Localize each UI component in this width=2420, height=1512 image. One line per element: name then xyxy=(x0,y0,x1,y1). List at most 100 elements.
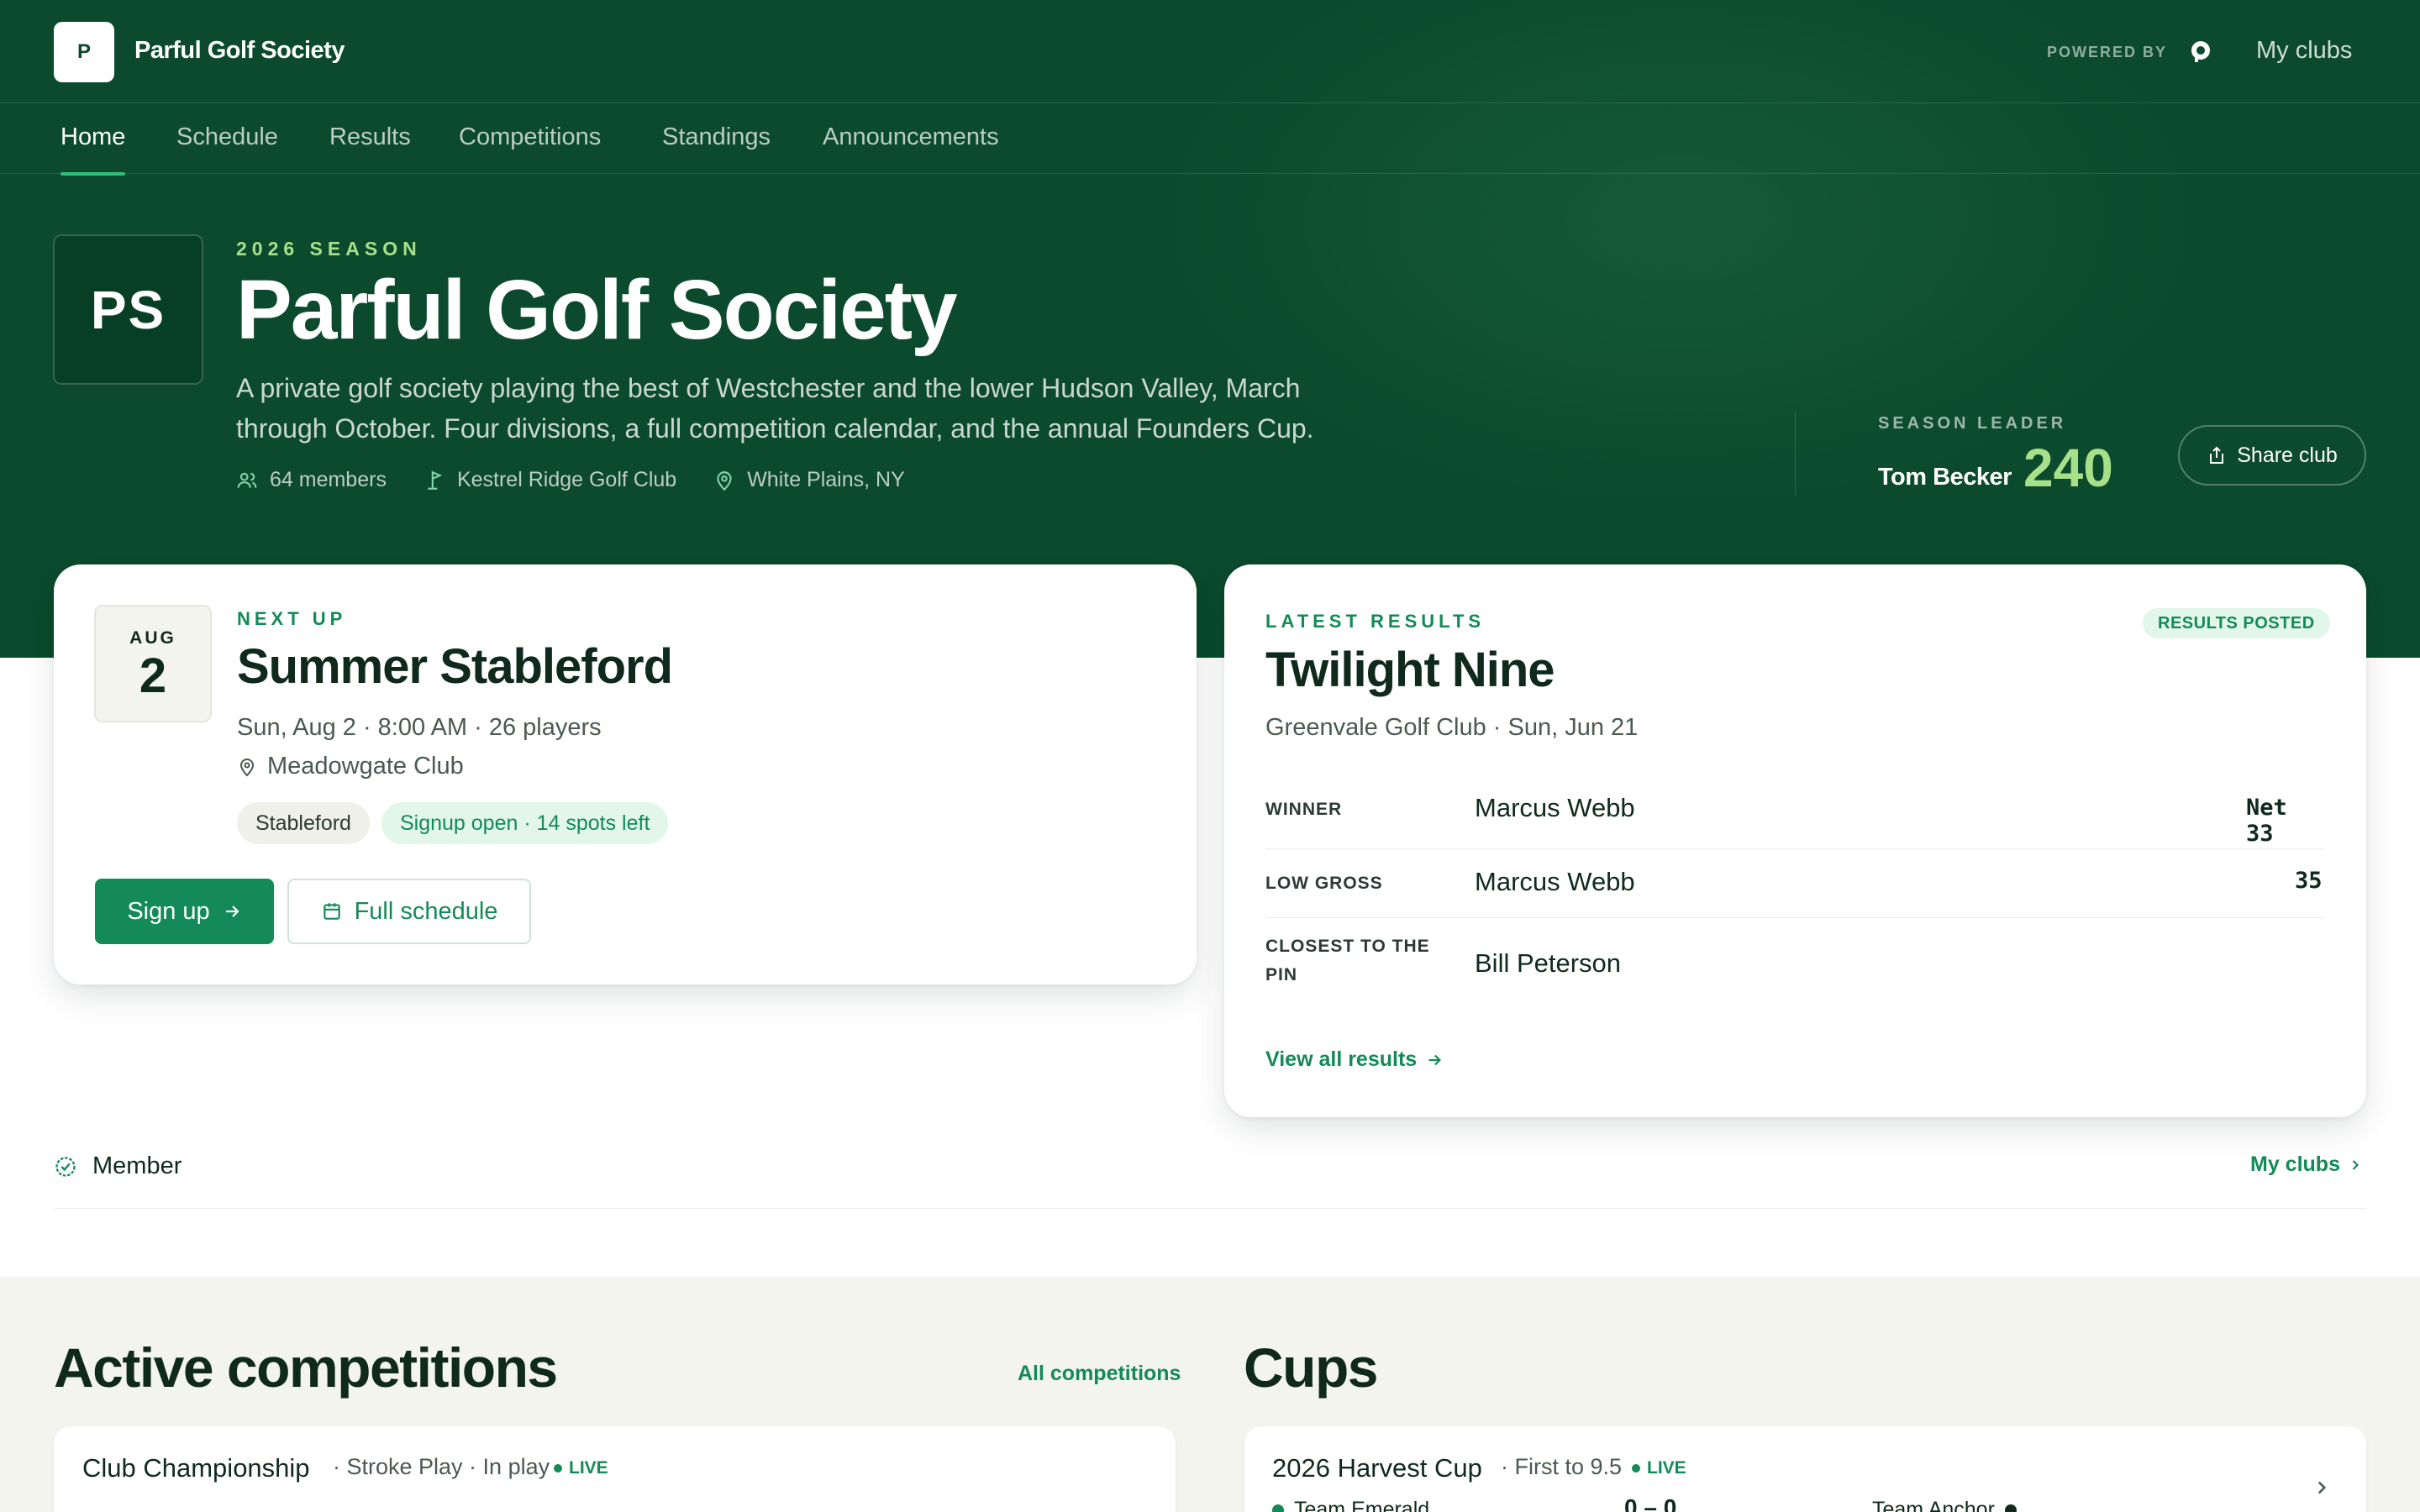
result-label: WINNER xyxy=(1265,800,1343,819)
members-count: 64 members xyxy=(236,468,387,492)
tab-announcements[interactable]: Announcements xyxy=(823,123,999,174)
club-badge: PS xyxy=(53,234,203,385)
result-label: LOW GROSS xyxy=(1265,874,1383,893)
share-icon xyxy=(2210,446,2224,464)
arrow-right-icon xyxy=(225,906,239,917)
latest-results-label: LATEST RESULTS xyxy=(1265,611,1486,632)
live-dot xyxy=(554,1464,562,1473)
all-competitions-link[interactable]: All competitions xyxy=(1018,1362,1181,1386)
result-player[interactable]: Marcus Webb xyxy=(1475,867,1635,897)
cups-title: Cups xyxy=(1244,1336,1379,1399)
chevron-right-icon[interactable] xyxy=(2311,1477,2333,1499)
chevron-right-icon xyxy=(2352,1159,2360,1170)
club-description: A private golf society playing the best … xyxy=(236,373,1314,444)
view-all-results-link[interactable]: View all results xyxy=(1265,1047,1444,1072)
season-label: 2026 SEASON xyxy=(236,238,422,260)
result-score: 35 xyxy=(2295,868,2323,894)
result-row-low-gross: LOW GROSS Marcus Webb 35 xyxy=(1265,864,2324,934)
event-date: AUG 2 xyxy=(94,605,212,722)
club-meta: 64 members Kestrel Ridge Golf Club White… xyxy=(236,468,905,492)
event-tags: Stableford Signup open · 14 spots left xyxy=(237,802,669,844)
full-schedule-label: Full schedule xyxy=(354,897,498,925)
tab-standings[interactable]: Standings xyxy=(662,123,771,174)
team-anchor: Team Anchor xyxy=(1872,1498,2017,1512)
result-player[interactable]: Bill Peterson xyxy=(1475,948,1621,979)
cup-name[interactable]: 2026 Harvest Cup xyxy=(1272,1453,1482,1483)
team-name: Team Anchor xyxy=(1872,1498,1995,1512)
page-title: Parful Golf Society xyxy=(236,263,958,357)
divider xyxy=(1795,412,1796,496)
next-up-label: NEXT UP xyxy=(237,608,347,629)
active-competitions-title: Active competitions xyxy=(54,1336,558,1399)
members-icon xyxy=(237,472,257,488)
location-text: White Plains, NY xyxy=(747,468,905,491)
tab-competitions[interactable]: Competitions xyxy=(459,123,601,174)
row-divider xyxy=(1265,848,2324,849)
result-row-winner: WINNER Marcus Webb Net 33 xyxy=(1265,790,2324,860)
next-event-when: Sun, Aug 2 · 8:00 AM · 26 players xyxy=(237,714,602,741)
live-badge: LIVE xyxy=(554,1458,608,1478)
top-bar: P Parful Golf Society POWERED BY My club… xyxy=(0,0,2420,103)
event-day: 2 xyxy=(139,648,167,703)
sign-up-button[interactable]: Sign up xyxy=(95,879,274,944)
result-player[interactable]: Marcus Webb xyxy=(1475,793,1635,823)
club-location: White Plains, NY xyxy=(713,468,905,492)
season-leader-points: 240 xyxy=(2023,438,2113,498)
next-event-venue: Meadowgate Club xyxy=(237,753,464,780)
tab-schedule[interactable]: Schedule xyxy=(176,123,278,174)
latest-event-sub: Greenvale Golf Club · Sun, Jun 21 xyxy=(1265,714,1639,741)
signup-status-tag: Signup open · 14 spots left xyxy=(381,802,669,844)
live-label: LIVE xyxy=(569,1458,608,1478)
members-text: 64 members xyxy=(270,468,387,491)
season-leader-label: SEASON LEADER xyxy=(1878,414,2067,433)
next-event-title[interactable]: Summer Stableford xyxy=(237,638,673,695)
sign-up-label: Sign up xyxy=(127,897,210,925)
golf-flag-icon xyxy=(428,470,443,490)
powered-by-label: POWERED BY xyxy=(2047,44,2168,60)
my-clubs-link-secondary[interactable]: My clubs xyxy=(2250,1152,2364,1177)
home-club-text: Kestrel Ridge Golf Club xyxy=(456,468,677,491)
platform-logo-icon[interactable] xyxy=(2187,38,2214,65)
share-club-button[interactable]: Share club xyxy=(2178,425,2366,486)
format-tag: Stableford xyxy=(237,802,370,844)
result-score: Net 33 xyxy=(2246,795,2287,847)
calendar-icon xyxy=(323,903,340,920)
verified-badge-icon xyxy=(55,1156,76,1177)
map-pin-icon xyxy=(717,470,732,491)
row-divider xyxy=(1265,917,2324,918)
view-all-label: View all results xyxy=(1265,1047,1418,1071)
live-dot xyxy=(1632,1464,1640,1473)
venue-text: Meadowgate Club xyxy=(267,753,464,780)
season-leader-name[interactable]: Tom Becker xyxy=(1878,464,2012,491)
cup-score: 0 – 0 xyxy=(1624,1494,1676,1512)
cup-score-text: 0 – 0 xyxy=(1624,1494,1677,1512)
results-posted-badge: RESULTS POSTED xyxy=(2143,608,2330,638)
tab-home[interactable]: Home xyxy=(60,123,126,176)
result-label: CLOSEST TO THE PIN xyxy=(1265,937,1430,984)
club-name[interactable]: Parful Golf Society xyxy=(134,37,345,65)
arrow-right-icon xyxy=(1428,1054,1442,1065)
full-schedule-button[interactable]: Full schedule xyxy=(287,879,531,944)
map-pin-icon xyxy=(239,758,255,776)
tab-results[interactable]: Results xyxy=(329,123,411,174)
team-name: Team Emerald xyxy=(1294,1498,1430,1512)
club-logo[interactable]: P xyxy=(54,22,114,82)
team-emerald: Team Emerald xyxy=(1272,1498,1429,1512)
latest-event-title[interactable]: Twilight Nine xyxy=(1265,642,1555,698)
my-clubs-link[interactable]: My clubs xyxy=(2256,37,2352,65)
team-color-dot xyxy=(2004,1504,2017,1512)
event-month: AUG xyxy=(129,628,176,648)
home-club: Kestrel Ridge Golf Club xyxy=(424,468,676,492)
membership-status: Member xyxy=(54,1152,182,1180)
main-nav: Home Schedule Results Competitions Stand… xyxy=(0,103,2420,176)
competition-meta: · Stroke Play · In play xyxy=(333,1454,550,1479)
result-row-closest-pin: CLOSEST TO THE PIN Bill Peterson xyxy=(1265,932,2324,1003)
live-label: LIVE xyxy=(1647,1458,1686,1478)
team-color-dot xyxy=(1272,1504,1284,1512)
competition-name[interactable]: Club Championship xyxy=(82,1453,310,1483)
cup-meta: · First to 9.5 xyxy=(1501,1454,1623,1479)
my-clubs-label: My clubs xyxy=(2250,1152,2340,1176)
share-club-label: Share club xyxy=(2237,443,2338,467)
divider xyxy=(54,1208,2366,1209)
live-badge: LIVE xyxy=(1632,1458,1686,1478)
